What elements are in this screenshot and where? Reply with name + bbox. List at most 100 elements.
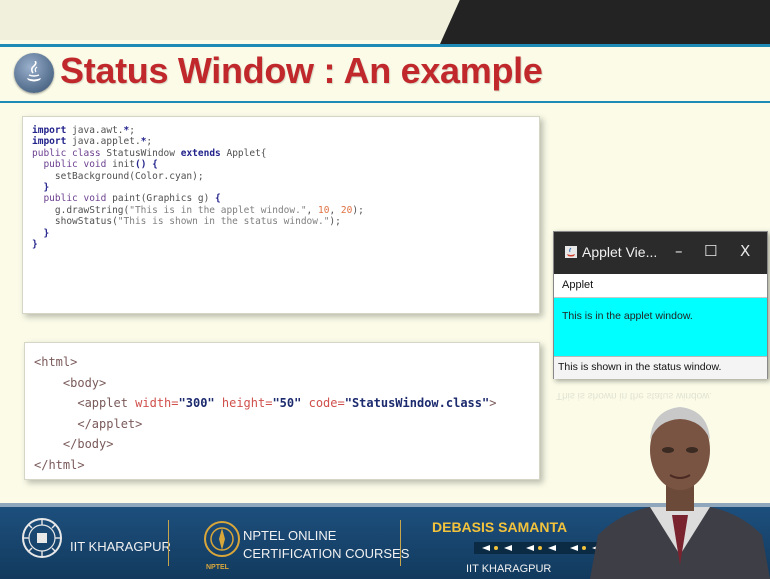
top-dark-band: [440, 0, 770, 44]
nptel-line1: NPTEL ONLINE: [243, 528, 337, 543]
code-token: public void: [43, 159, 107, 171]
slide-title: Status Window : An example: [60, 50, 543, 91]
title-rule-bottom: [0, 101, 770, 103]
code-token: public void: [43, 193, 107, 205]
code-line: import java.awt.*;: [32, 125, 135, 136]
presenter-institute: IIT KHARAGPUR: [466, 563, 552, 575]
code-line: setBackground(Color.cyan);: [32, 171, 204, 182]
presenter-name: DEBASIS SAMANTA: [432, 519, 568, 535]
window-titlebar[interactable]: Applet Vie... – ☐ X: [554, 232, 767, 274]
code-token: import: [32, 125, 67, 136]
code-token: </applet>: [77, 416, 143, 431]
applet-canvas: This is in the applet window.: [554, 298, 767, 356]
footer-divider: [400, 520, 401, 566]
maximize-button[interactable]: ☐: [704, 242, 717, 260]
code-token: >: [489, 396, 497, 410]
iit-kharagpur-logo-icon: [22, 518, 62, 558]
footer-divider: [168, 520, 169, 566]
status-text: This is shown in the status window.: [558, 361, 722, 373]
code-token: java.applet.: [66, 136, 141, 148]
java-code: import java.awt.*; import java.applet.*;…: [32, 125, 364, 250]
window-title: Applet Vie...: [582, 244, 658, 260]
applet-viewer-window[interactable]: Applet Vie... – ☐ X Applet This is in th…: [553, 231, 768, 379]
code-token: 10: [318, 204, 330, 216]
code-line: }: [32, 239, 38, 250]
code-line: showStatus("This is shown in the status …: [32, 216, 341, 227]
code-line: <body>: [34, 376, 106, 390]
code-token: {: [215, 193, 221, 205]
code-token: </html>: [34, 457, 85, 472]
nptel-small-label: NPTEL: [206, 564, 229, 571]
code-line: import java.applet.*;: [32, 136, 152, 147]
code-token: init: [106, 159, 135, 171]
code-token: height=: [221, 396, 273, 410]
applet-canvas-text: This is in the applet window.: [562, 310, 693, 322]
code-token: setBackground(Color.cyan);: [32, 170, 204, 182]
code-token: "StatusWindow.class": [344, 396, 490, 410]
slide: Status Window : An example import java.a…: [0, 0, 770, 579]
code-token: extends: [180, 147, 221, 159]
code-token: }: [43, 227, 50, 239]
java-code-box: import java.awt.*; import java.applet.*;…: [22, 116, 540, 314]
code-token: ,: [306, 204, 318, 216]
code-line: <html>: [34, 355, 77, 369]
code-token: paint(Graphics g): [106, 193, 216, 205]
close-button[interactable]: X: [740, 242, 750, 260]
code-line: <applet width="300" height="50" code="St…: [34, 396, 496, 410]
minimize-button[interactable]: –: [675, 242, 683, 260]
html-code: <html> <body> <applet width="300" height…: [34, 352, 496, 475]
code-token: <applet: [77, 396, 136, 410]
code-token: g.drawString(: [32, 204, 130, 216]
code-line: }: [32, 228, 49, 239]
code-token: ,: [329, 204, 341, 216]
code-token: }: [32, 239, 38, 251]
code-token: "50": [272, 396, 302, 410]
code-token: );: [329, 216, 341, 228]
code-token: <body>: [62, 375, 107, 390]
code-token: 20: [340, 204, 353, 216]
decorative-arrows-icon: [474, 542, 604, 554]
code-line: public class StatusWindow extends Applet…: [32, 148, 267, 159]
java-logo-icon: [14, 53, 54, 93]
code-token: {: [152, 159, 158, 171]
code-token: StatusWindow: [100, 147, 181, 159]
code-line: g.drawString("This is in the applet wind…: [32, 205, 364, 216]
code-token: "This is shown in the status window.": [117, 216, 330, 228]
applet-menu[interactable]: Applet: [562, 279, 593, 291]
java-cup-icon: [565, 246, 577, 258]
html-code-box: <html> <body> <applet width="300" height…: [24, 342, 540, 480]
code-token: ;: [146, 136, 153, 148]
code-token: (): [134, 159, 147, 171]
code-token: java.awt.: [66, 125, 124, 136]
code-line: public void init() {: [32, 159, 158, 171]
presenter-video-image: [590, 407, 770, 579]
status-bar: This is shown in the status window.: [554, 356, 767, 379]
applet-menu-bar: Applet: [554, 274, 767, 298]
code-line: public void paint(Graphics g) {: [32, 193, 221, 205]
code-token: showStatus(: [32, 216, 118, 228]
iit-kharagpur-label: IIT KHARAGPUR: [70, 539, 171, 554]
code-token: ;: [129, 125, 135, 136]
code-token: "This is in the applet window.": [129, 204, 307, 216]
code-token: "300": [178, 396, 215, 410]
code-line: </html>: [34, 458, 85, 472]
code-line: }: [32, 182, 49, 193]
code-token: width=: [135, 396, 179, 410]
code-line: </body>: [34, 437, 114, 451]
code-token: public class: [32, 147, 101, 159]
code-token: );: [352, 204, 364, 216]
code-token: Applet{: [220, 147, 267, 159]
code-token: }: [43, 182, 50, 194]
code-token: code=: [308, 396, 345, 410]
code-token: import: [32, 136, 67, 148]
nptel-logo-icon: [204, 521, 240, 557]
